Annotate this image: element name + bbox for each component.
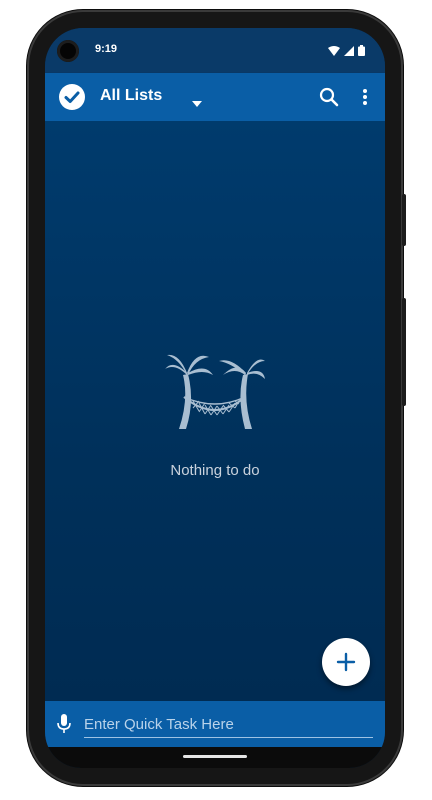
battery-icon bbox=[358, 43, 365, 61]
quick-task-input[interactable] bbox=[84, 711, 373, 738]
task-list-area: Nothing to do bbox=[45, 121, 385, 701]
front-camera bbox=[57, 40, 79, 62]
navigation-bar bbox=[45, 747, 385, 768]
caret-down-icon[interactable] bbox=[192, 94, 202, 112]
volume-button bbox=[402, 194, 406, 246]
status-time: 9:19 bbox=[95, 43, 118, 55]
palm-trees-hammock-icon bbox=[165, 351, 265, 436]
app-bar: All Lists bbox=[45, 73, 385, 121]
signal-icon bbox=[344, 43, 354, 61]
search-icon[interactable] bbox=[317, 85, 341, 109]
check-circle-icon[interactable] bbox=[59, 84, 85, 110]
quick-task-bar bbox=[45, 701, 385, 747]
wifi-icon bbox=[328, 43, 340, 61]
power-button bbox=[402, 298, 406, 406]
home-gesture-handle[interactable] bbox=[183, 755, 247, 758]
more-vert-icon[interactable] bbox=[355, 85, 375, 109]
plus-icon bbox=[336, 652, 356, 672]
list-selector-title[interactable]: All Lists bbox=[100, 87, 162, 105]
status-icons bbox=[328, 43, 365, 61]
status-bar: 9:19 bbox=[45, 28, 385, 73]
empty-state-message: Nothing to do bbox=[170, 462, 260, 479]
microphone-icon[interactable] bbox=[57, 714, 71, 739]
app-screen: 9:19 All Lists Nothing to do Enter Quick… bbox=[45, 28, 385, 768]
add-task-button[interactable] bbox=[322, 638, 370, 686]
